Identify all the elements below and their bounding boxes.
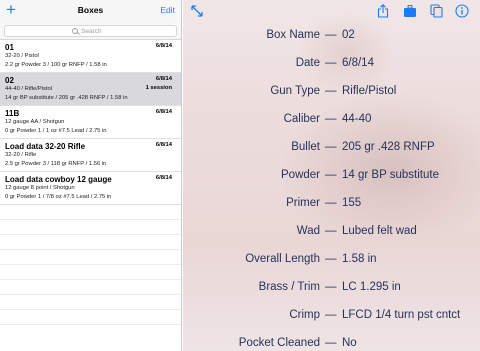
field-value: Lubed felt wad <box>342 225 417 237</box>
field-box-name: Box Name — 02 <box>183 29 480 43</box>
field-brass-trim: Brass / Trim — LC 1.295 in <box>183 281 480 295</box>
field-gun-type: Gun Type — Rifle/Pistol <box>183 85 480 99</box>
field-separator: — <box>325 309 337 321</box>
list-item[interactable]: Load data cowboy 12 gauge 6/8/14 12 gaug… <box>0 172 181 205</box>
field-separator: — <box>325 197 337 209</box>
share-icon[interactable] <box>377 4 389 18</box>
box-date: 6/8/14 <box>155 43 172 49</box>
field-separator: — <box>325 141 337 153</box>
field-label: Crimp <box>289 309 320 321</box>
list-item[interactable]: 11B 6/8/14 12 gauge AA / Shotgun 0 gr Po… <box>0 106 181 139</box>
box-load-summary: 0 gr Powder 1 / 7/8 oz #7.5 Lead / 2.75 … <box>5 193 112 200</box>
field-value: Rifle/Pistol <box>342 85 397 97</box>
field-label: Gun Type <box>270 85 320 97</box>
field-label: Brass / Trim <box>258 281 320 293</box>
box-name: 11B <box>5 109 20 118</box>
field-value: No <box>342 337 357 349</box>
info-icon[interactable] <box>455 4 469 18</box>
box-detail-pane: Box Name — 02 Date — 6/8/14 Gun Type — R… <box>183 0 480 351</box>
empty-row <box>0 280 181 295</box>
box-caliber-gun: 12 gauge AA / Shotgun <box>5 119 65 125</box>
search-input[interactable] <box>81 27 109 35</box>
box-name: 01 <box>5 43 14 52</box>
box-date: 6/8/14 <box>155 175 172 181</box>
empty-row <box>0 205 181 220</box>
detail-toolbar <box>183 0 480 22</box>
field-label: Box Name <box>266 29 320 41</box>
list-item[interactable]: 02 6/8/14 1 session 44-40 / Rifle/Pistol… <box>0 73 181 106</box>
field-pocket-cleaned: Pocket Cleaned — No <box>183 337 480 351</box>
field-label: Primer <box>286 197 320 209</box>
box-name: Load data cowboy 12 gauge <box>5 175 112 184</box>
empty-row <box>0 295 181 310</box>
field-value: 205 gr .428 RNFP <box>342 141 435 153</box>
box-name: Load data 32-20 Rifle <box>5 142 86 151</box>
briefcase-icon[interactable] <box>403 4 417 18</box>
field-label: Overall Length <box>245 253 320 265</box>
empty-row <box>0 250 181 265</box>
field-wad: Wad — Lubed felt wad <box>183 225 480 239</box>
box-list: 01 6/8/14 32-20 / Pistol 2.2 gr Powder 3… <box>0 40 181 325</box>
field-separator: — <box>325 85 337 97</box>
master-navbar: + Boxes Edit <box>0 0 181 22</box>
expand-icon[interactable] <box>190 4 204 18</box>
box-date: 6/8/14 <box>155 109 172 115</box>
box-caliber-gun: 32-20 / Pistol <box>5 53 39 59</box>
search-icon <box>72 28 78 34</box>
empty-row <box>0 265 181 280</box>
field-separator: — <box>325 169 337 181</box>
field-label: Pocket Cleaned <box>238 337 320 349</box>
field-value: LC 1.295 in <box>342 281 401 293</box>
boxes-master-pane: + Boxes Edit 01 6/8/14 32-20 / Pistol 2.… <box>0 0 182 351</box>
field-crimp: Crimp — LFCD 1/4 turn pst cntct <box>183 309 480 323</box>
field-separator: — <box>325 281 337 293</box>
field-value: 44-40 <box>342 113 372 125</box>
field-date: Date — 6/8/14 <box>183 57 480 71</box>
list-item[interactable]: Load data 32-20 Rifle 6/8/14 32-20 / Rif… <box>0 139 181 172</box>
field-primer: Primer — 155 <box>183 197 480 211</box>
field-powder: Powder — 14 gr BP substitute <box>183 169 480 183</box>
field-caliber: Caliber — 44-40 <box>183 113 480 127</box>
session-count: 1 session <box>145 85 172 91</box>
box-caliber-gun: 32-20 / Rifle <box>5 152 37 158</box>
empty-row <box>0 235 181 250</box>
list-item[interactable]: 01 6/8/14 32-20 / Pistol 2.2 gr Powder 3… <box>0 40 181 73</box>
field-value: 1.58 in <box>342 253 377 265</box>
box-load-summary: 0 gr Powder 1 / 1 oz #7.5 Lead / 2.75 in <box>5 127 107 134</box>
field-separator: — <box>325 337 337 349</box>
search-bar <box>0 22 181 40</box>
box-date: 6/8/14 <box>155 142 172 148</box>
field-separator: — <box>325 225 337 237</box>
copy-icon[interactable] <box>430 4 443 18</box>
field-label: Date <box>295 57 320 69</box>
box-load-summary: 14 gr BP substitute / 205 gr .428 RNFP /… <box>5 94 128 101</box>
box-caliber-gun: 12 gauge 8 point / Shotgun <box>5 185 75 191</box>
field-label: Wad <box>296 225 320 237</box>
edit-button[interactable]: Edit <box>160 5 175 15</box>
master-title: Boxes <box>77 5 104 15</box>
field-separator: — <box>325 29 337 41</box>
field-label: Caliber <box>283 113 320 125</box>
field-value: 02 <box>342 29 355 41</box>
field-value: 155 <box>342 197 362 209</box>
box-load-summary: 2.2 gr Powder 3 / 100 gr RNFP / 1.58 in <box>5 61 107 68</box>
field-label: Bullet <box>291 141 320 153</box>
field-overall-length: Overall Length — 1.58 in <box>183 253 480 267</box>
field-value: 14 gr BP substitute <box>342 169 439 181</box>
field-separator: — <box>325 113 337 125</box>
box-name: 02 <box>5 76 14 85</box>
search-field[interactable] <box>4 25 177 37</box>
field-bullet: Bullet — 205 gr .428 RNFP <box>183 141 480 155</box>
empty-row <box>0 220 181 235</box>
empty-row <box>0 310 181 325</box>
field-value: LFCD 1/4 turn pst cntct <box>342 309 461 321</box>
field-value: 6/8/14 <box>342 57 374 69</box>
field-separator: — <box>325 57 337 69</box>
box-load-summary: 2.5 gr Powder 3 / 118 gr RNFP / 1.56 in <box>5 160 107 167</box>
field-separator: — <box>325 253 337 265</box>
field-label: Powder <box>281 169 320 181</box>
box-date: 6/8/14 <box>155 76 172 82</box>
